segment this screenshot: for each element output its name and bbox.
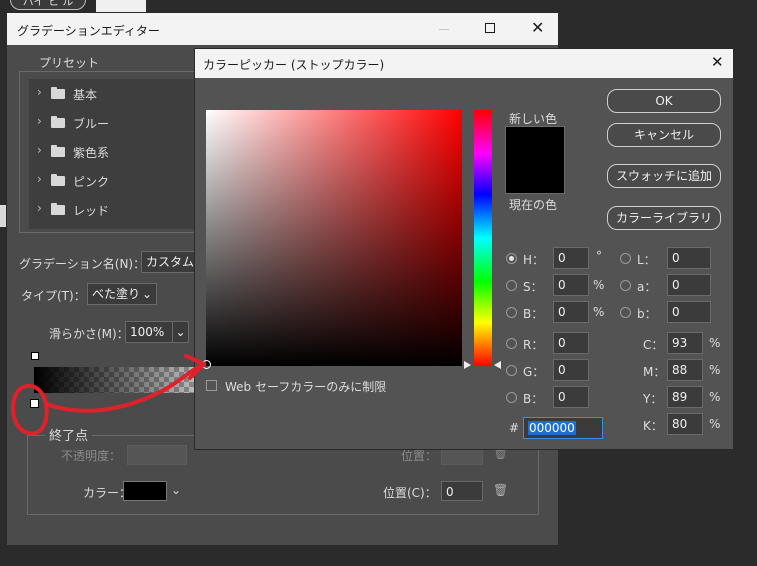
annotation-arrow-line: [44, 364, 202, 413]
annotation-overlay: [10, 354, 206, 436]
annotation-circle: [10, 384, 49, 436]
